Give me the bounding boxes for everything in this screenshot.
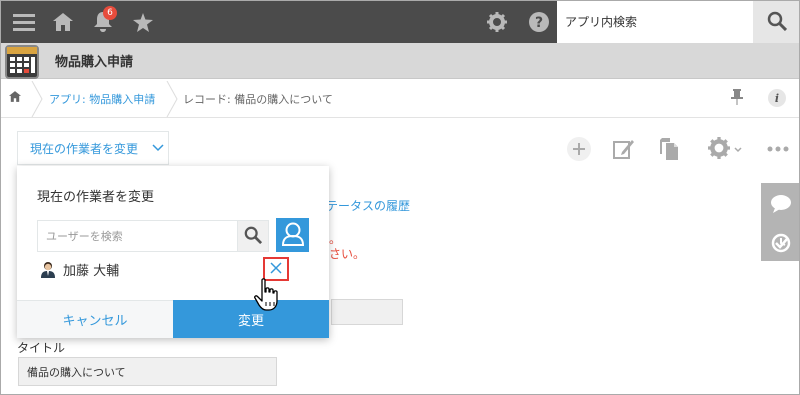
error-message: さい。 xyxy=(329,247,366,261)
history-icon[interactable] xyxy=(771,233,791,256)
app-search-button[interactable] xyxy=(753,1,799,43)
breadcrumb-separator-icon xyxy=(166,81,178,117)
svg-text:?: ? xyxy=(535,15,543,31)
search-icon xyxy=(767,11,788,34)
side-panel xyxy=(761,183,799,261)
app-search-field[interactable] xyxy=(557,1,753,43)
selected-user-item: 加藤 大輔 xyxy=(37,257,277,281)
app-calculator-icon[interactable] xyxy=(5,45,39,79)
gear-icon xyxy=(708,136,730,162)
user-icon xyxy=(281,222,304,249)
close-icon xyxy=(270,261,282,277)
change-assignee-dialog: 現在の作業者を変更 加藤 大輔 xyxy=(17,166,329,338)
search-icon xyxy=(244,226,263,247)
breadcrumb-app-link[interactable]: アプリ: 物品購入申請 xyxy=(49,91,155,107)
app-title: 物品購入申請 xyxy=(55,55,134,70)
edit-icon[interactable] xyxy=(611,134,637,164)
record-field-value xyxy=(331,299,403,325)
change-assignee-label: 現在の作業者を変更 xyxy=(30,141,139,156)
app-window: 6 ? 物品購入申請 xyxy=(0,0,800,395)
settings-menu-button[interactable] xyxy=(705,134,745,164)
pin-icon[interactable] xyxy=(731,89,743,108)
confirm-change-button[interactable]: 変更 xyxy=(173,300,329,338)
user-picker-button[interactable] xyxy=(276,218,309,252)
hand-cursor-icon xyxy=(254,278,278,311)
status-history-link[interactable]: テータスの履歴 xyxy=(326,197,410,214)
breadcrumb-separator-icon xyxy=(31,81,43,117)
breadcrumb-record: レコード: 備品の購入について xyxy=(183,93,333,106)
chevron-down-icon xyxy=(734,142,742,156)
change-assignee-button[interactable]: 現在の作業者を変更 xyxy=(17,131,169,165)
more-icon[interactable] xyxy=(765,134,791,164)
svg-text:i: i xyxy=(775,92,779,105)
home-icon[interactable] xyxy=(51,1,75,43)
avatar xyxy=(39,260,57,278)
user-search-input[interactable] xyxy=(46,229,234,243)
help-icon[interactable]: ? xyxy=(527,1,551,43)
cancel-button[interactable]: キャンセル xyxy=(17,300,173,338)
info-icon[interactable]: i xyxy=(768,89,786,110)
title-field-label: タイトル xyxy=(17,341,66,355)
menu-icon[interactable] xyxy=(9,1,39,43)
notification-badge: 6 xyxy=(103,6,117,20)
global-header: 6 ? xyxy=(1,1,799,43)
title-field-value: 備品の購入について xyxy=(18,357,277,386)
comment-icon[interactable] xyxy=(771,195,791,216)
star-icon[interactable] xyxy=(131,1,155,43)
plus-icon[interactable] xyxy=(565,134,593,164)
copy-icon[interactable] xyxy=(657,134,683,164)
user-search-field[interactable] xyxy=(37,220,237,252)
home-icon[interactable] xyxy=(9,91,21,105)
gear-icon[interactable] xyxy=(485,1,509,43)
app-search-input[interactable] xyxy=(565,15,745,29)
user-search-button[interactable] xyxy=(237,220,269,252)
dialog-title: 現在の作業者を変更 xyxy=(37,190,155,205)
selected-user-name: 加藤 大輔 xyxy=(63,263,120,279)
chevron-down-icon xyxy=(152,141,164,155)
